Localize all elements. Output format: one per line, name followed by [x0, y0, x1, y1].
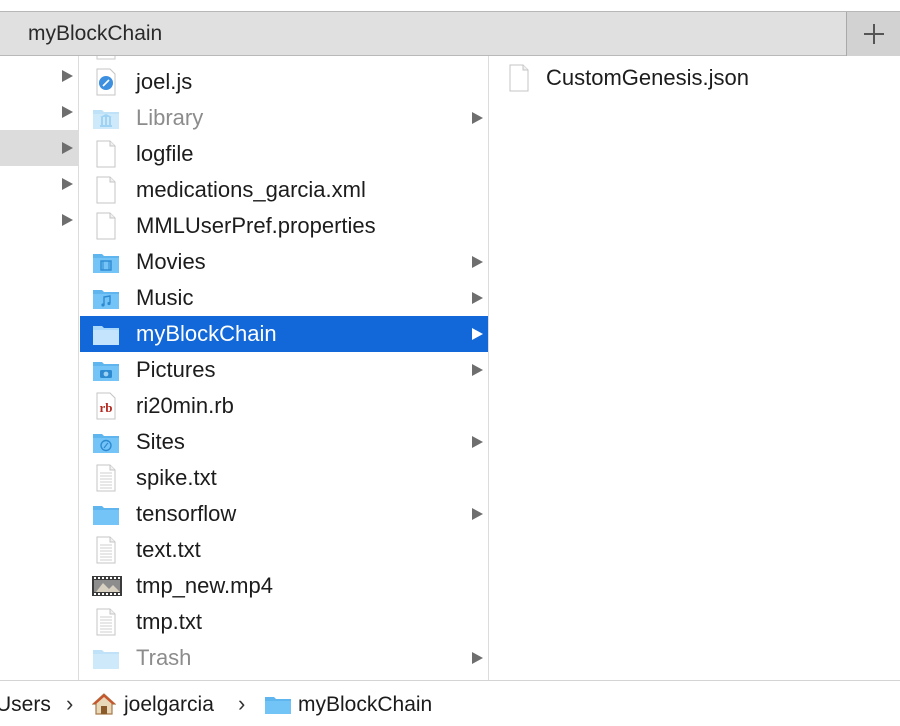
list-item[interactable]: Sites [80, 424, 488, 460]
list-item[interactable]: MMLUserPref.properties [80, 208, 488, 244]
list-item-label: tensorflow [136, 501, 237, 526]
list-item-label: tmp_new.mp4 [136, 573, 273, 598]
list-item[interactable]: Library [80, 100, 488, 136]
video-thumbnail-icon [92, 572, 122, 600]
disclosure-chevron-icon [62, 70, 73, 82]
folder-icon [264, 692, 292, 716]
list-item-label: myBlockChain [136, 321, 277, 346]
list-item-label: Trash [136, 645, 192, 670]
list-item-label: medications_garcia.xml [136, 177, 366, 202]
path-item-myblockchain[interactable]: myBlockChain [298, 693, 432, 717]
list-item-label: ri20min.rb [136, 393, 234, 418]
path-item-users[interactable]: Users [0, 693, 51, 717]
path-item-joelgarcia[interactable]: joelgarcia [124, 693, 214, 717]
list-item[interactable]: CustomGenesis.json [490, 60, 900, 96]
list-item-label: MMLUserPref.properties [136, 213, 376, 238]
document-icon [92, 176, 120, 204]
disclosure-chevron-icon [62, 214, 73, 226]
window-top-edge [0, 0, 900, 11]
list-item[interactable]: medications_garcia.xml [80, 172, 488, 208]
list-item[interactable]: Trash [80, 640, 488, 676]
trash-folder-icon [92, 644, 120, 672]
parent-row[interactable] [0, 202, 78, 238]
disclosure-chevron-icon [472, 364, 483, 376]
list-item-label: joel.js [136, 69, 193, 94]
list-item-partial[interactable] [80, 56, 488, 64]
path-separator: › [238, 691, 246, 716]
library-folder-icon [92, 104, 120, 132]
disclosure-chevron-icon [62, 178, 73, 190]
list-item-label: logfile [136, 141, 194, 166]
list-item[interactable]: tmp.txt [80, 604, 488, 640]
list-item-label: Movies [136, 249, 206, 274]
folder-icon [92, 500, 120, 528]
list-item[interactable]: rb ri20min.rb [80, 388, 488, 424]
list-item[interactable]: tmp_new.mp4 [80, 568, 488, 604]
column-myblockchain[interactable]: CustomGenesis.json [490, 56, 900, 680]
svg-text:rb: rb [100, 400, 113, 415]
javascript-file-icon [92, 68, 120, 96]
list-item-label: tmp.txt [136, 609, 203, 634]
folder-icon [92, 320, 120, 348]
tab-bar: myBlockChain [0, 11, 900, 56]
list-item[interactable]: spike.txt [80, 460, 488, 496]
list-item[interactable]: Pictures [80, 352, 488, 388]
parent-row-selected[interactable] [0, 130, 78, 166]
parent-row[interactable] [0, 94, 78, 130]
document-icon [92, 56, 120, 60]
list-item-label: Pictures [136, 357, 216, 382]
tab-title[interactable]: myBlockChain [28, 22, 162, 46]
document-icon [505, 64, 533, 92]
list-item-label: text.txt [136, 537, 201, 562]
list-item-label: Sites [136, 429, 185, 454]
home-icon [91, 692, 117, 716]
list-item[interactable]: joel.js [80, 64, 488, 100]
ruby-file-icon: rb [92, 392, 120, 420]
list-item[interactable]: Music [80, 280, 488, 316]
parent-row[interactable] [0, 58, 78, 94]
music-folder-icon [92, 284, 120, 312]
disclosure-chevron-icon [472, 328, 483, 340]
disclosure-chevron-icon [62, 142, 73, 154]
disclosure-chevron-icon [472, 652, 483, 664]
disclosure-chevron-icon [472, 436, 483, 448]
path-bar: Users › joelgarcia › myBlockChain [0, 680, 900, 726]
sites-folder-icon [92, 428, 120, 456]
pictures-folder-icon [92, 356, 120, 384]
text-file-icon [92, 608, 120, 636]
document-icon [92, 140, 120, 168]
list-item-selected[interactable]: myBlockChain [80, 316, 488, 352]
document-icon [92, 212, 120, 240]
list-item[interactable]: logfile [80, 136, 488, 172]
disclosure-chevron-icon [472, 256, 483, 268]
disclosure-chevron-icon [472, 112, 483, 124]
disclosure-chevron-icon [472, 292, 483, 304]
column-parent[interactable] [0, 56, 79, 680]
list-item[interactable]: Movies [80, 244, 488, 280]
list-item-label: spike.txt [136, 465, 217, 490]
parent-row[interactable] [0, 166, 78, 202]
list-item[interactable]: tensorflow [80, 496, 488, 532]
new-tab-button[interactable] [846, 12, 900, 56]
column-home[interactable]: joel.js Library logfile medications_garc… [80, 56, 489, 680]
list-item-label: Music [136, 285, 194, 310]
movies-folder-icon [92, 248, 120, 276]
path-separator: › [66, 691, 74, 716]
text-file-icon [92, 536, 120, 564]
list-item-label: Library [136, 105, 204, 130]
text-file-icon [92, 464, 120, 492]
list-item-label: CustomGenesis.json [546, 65, 749, 90]
disclosure-chevron-icon [472, 508, 483, 520]
disclosure-chevron-icon [62, 106, 73, 118]
list-item[interactable]: text.txt [80, 532, 488, 568]
